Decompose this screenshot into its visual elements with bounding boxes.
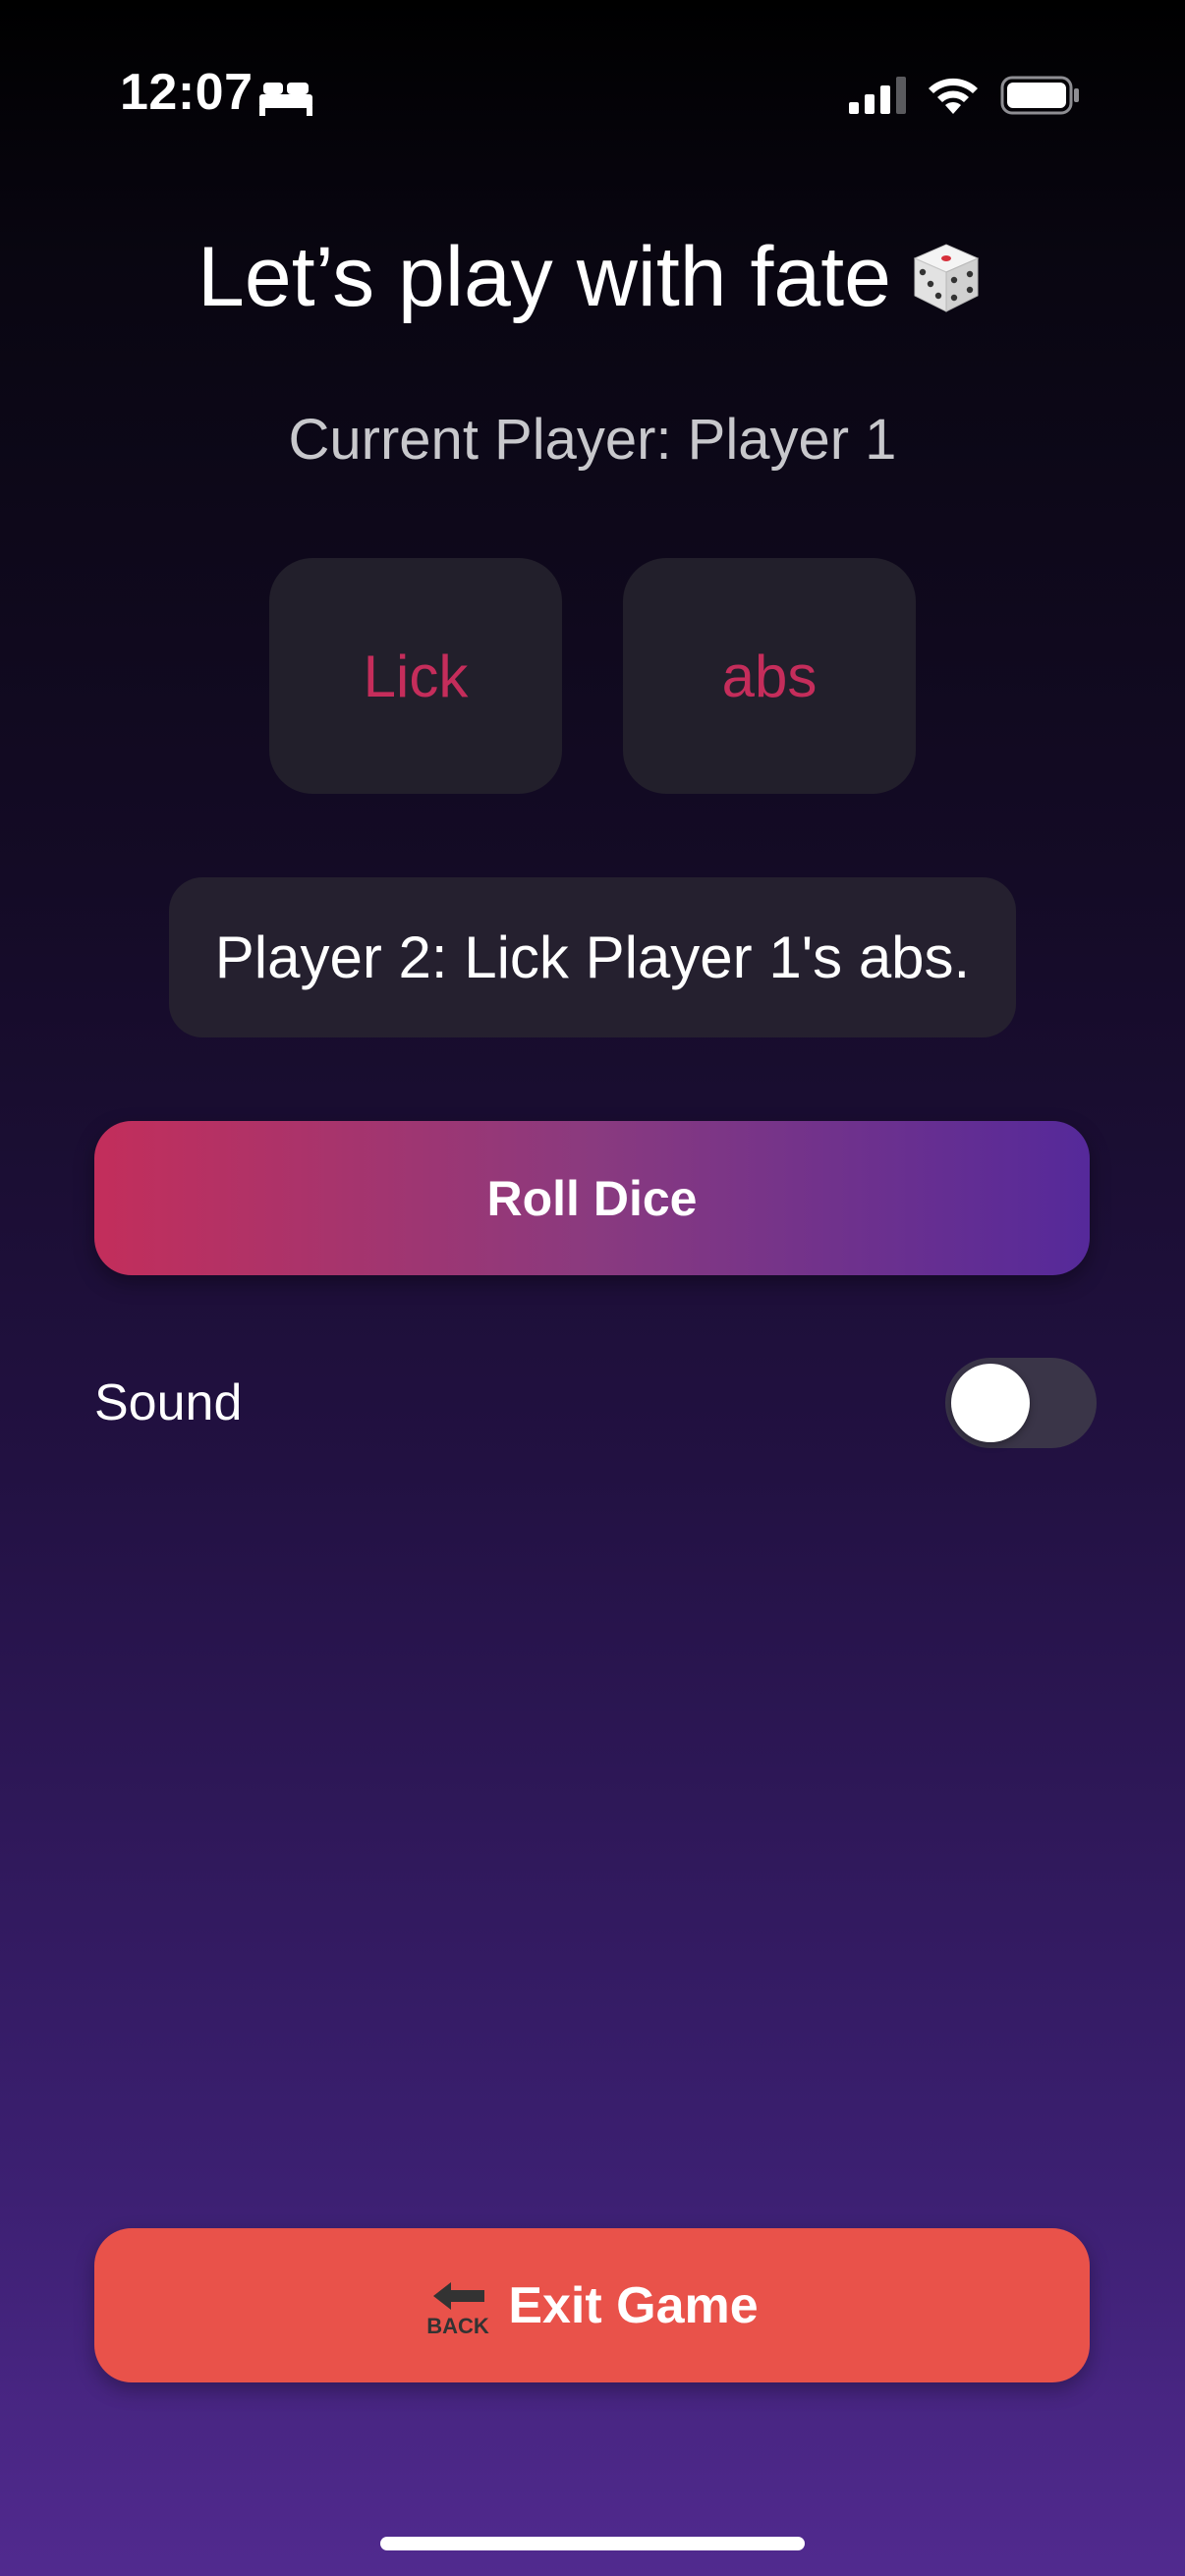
result-text: Player 2: Lick Player 1's abs. <box>214 924 971 990</box>
result-message: Player 2: Lick Player 1's abs. <box>169 877 1016 1037</box>
bed-icon <box>259 83 312 116</box>
battery-icon <box>1000 76 1079 115</box>
back-icon-text: BACK <box>427 2314 490 2337</box>
sound-label: Sound <box>94 1374 243 1431</box>
current-player-label: Current Player: Player 1 <box>288 408 897 472</box>
wifi-icon <box>929 78 978 114</box>
action-die-value: Lick <box>363 643 469 709</box>
page-title: Let’s play with fate <box>0 228 1185 326</box>
status-time: 12:07 <box>120 64 254 121</box>
dice-icon <box>913 244 980 312</box>
body-part-die: abs <box>623 558 916 794</box>
sound-toggle[interactable] <box>945 1358 1097 1448</box>
signal-icon <box>849 77 906 114</box>
toggle-knob <box>951 1364 1030 1442</box>
roll-dice-button[interactable]: Roll Dice <box>94 1121 1090 1275</box>
roll-dice-label: Roll Dice <box>486 1170 698 1226</box>
back-arrow-icon: BACK <box>427 2281 490 2337</box>
exit-game-label: Exit Game <box>508 2276 759 2334</box>
body-part-die-value: abs <box>721 643 818 709</box>
action-die: Lick <box>269 558 562 794</box>
exit-game-button[interactable]: BACK Exit Game <box>94 2228 1090 2382</box>
title-text: Let’s play with fate <box>198 230 891 324</box>
home-indicator[interactable] <box>380 2537 805 2550</box>
